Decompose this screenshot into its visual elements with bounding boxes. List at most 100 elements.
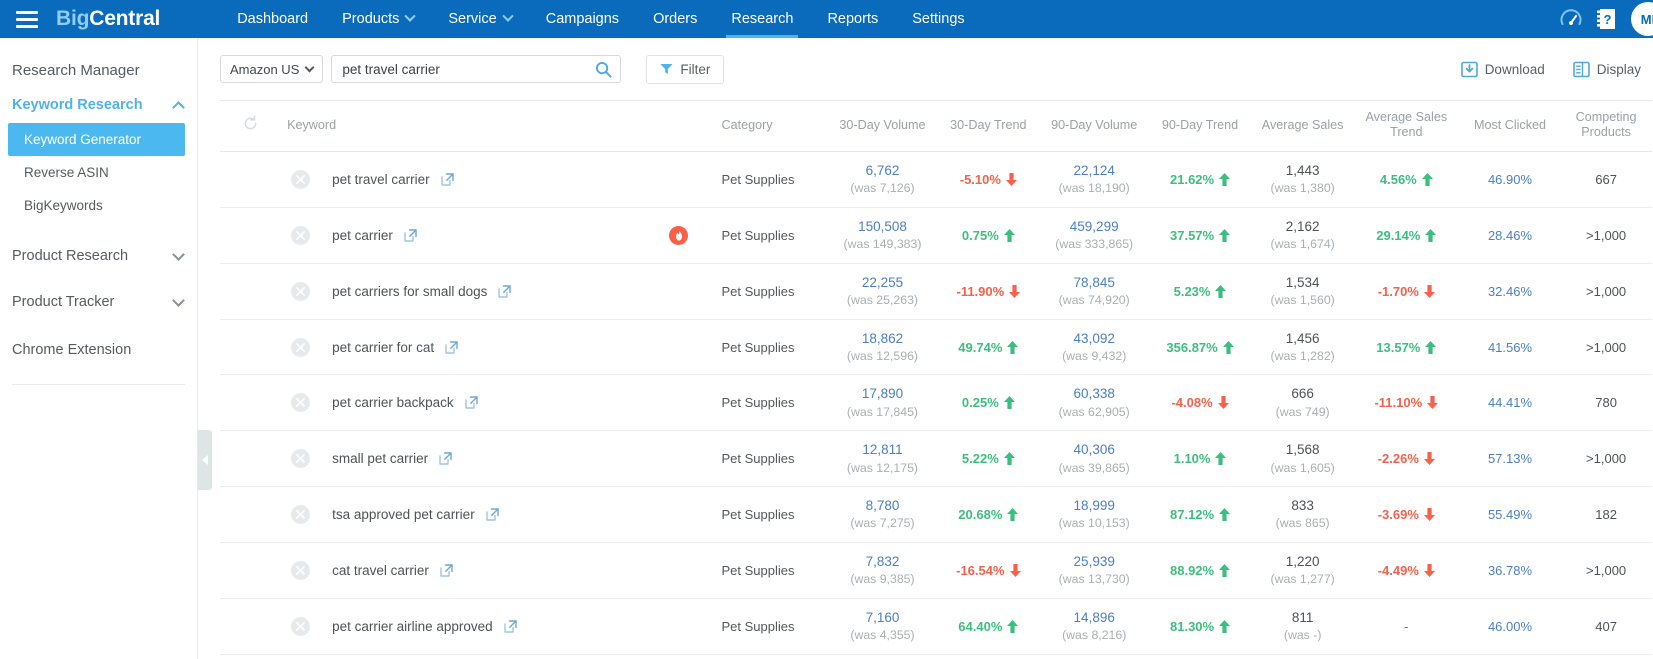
average-sales-trend-cell: 4.56% [1352,151,1460,209]
volume-30day-value[interactable]: 6,762 [835,162,930,180]
column-header-most-clicked[interactable]: Most Clicked [1459,99,1561,153]
nav-item-research[interactable]: Research [714,0,810,38]
external-link-icon[interactable] [440,564,453,577]
filter-label: Filter [680,61,711,77]
competing-products-value: 407 [1595,618,1617,634]
most-clicked-value[interactable]: 36.78% [1488,563,1532,578]
help-book-icon[interactable]: ? [1597,8,1617,30]
table-row[interactable]: pet carrier backpack Pet Supplies 17,890 (w… [220,374,1652,432]
search-input[interactable] [342,61,596,77]
volume-30day-value[interactable]: 8,780 [835,497,930,515]
volume-90day-value[interactable]: 43,092 [1047,330,1142,348]
table-row[interactable]: cat travel carrier Pet Supplies 7,832 (was … [220,542,1652,599]
most-clicked-value[interactable]: 44.41% [1488,395,1532,410]
column-header-30-day-trend[interactable]: 30-Day Trend [935,99,1041,153]
nav-item-service[interactable]: Service [431,0,528,38]
sidebar-group-product-research[interactable]: Product Research [0,238,197,274]
external-link-icon[interactable] [439,452,452,465]
table-row[interactable]: tsa approved pet carrier Pet Supplies 8,78… [220,486,1652,543]
external-link-icon[interactable] [485,508,499,521]
table-row[interactable]: small pet carrier Pet Supplies 12,811 (was … [220,430,1652,488]
remove-keyword-button[interactable] [291,337,311,357]
reset-column-header[interactable] [220,99,282,153]
display-button[interactable]: Display [1572,61,1641,78]
external-link-icon[interactable] [498,285,512,298]
hamburger-menu-icon[interactable] [16,10,38,28]
app-logo[interactable]: BigCentral [56,7,160,31]
volume-90day-value[interactable]: 78,845 [1047,274,1142,292]
most-clicked-value[interactable]: 41.56% [1488,340,1532,355]
sidebar-group-product-tracker[interactable]: Product Tracker [0,284,197,320]
most-clicked-value[interactable]: 55.49% [1488,507,1532,522]
gauge-icon[interactable] [1559,7,1583,31]
column-header-average-sales[interactable]: Average Sales [1252,99,1353,153]
sidebar-item-reverse-asin[interactable]: Reverse ASIN [0,156,197,189]
volume-30day-value[interactable]: 7,160 [835,609,930,627]
remove-keyword-button[interactable] [291,505,311,524]
column-header-30-day-volume[interactable]: 30-Day Volume [829,99,936,153]
sidebar-item-bigkeywords[interactable]: BigKeywords [0,189,197,222]
download-button[interactable]: Download [1460,61,1545,78]
sidebar-group-keyword-research[interactable]: Keyword Research [0,87,197,123]
volume-90day-value[interactable]: 14,896 [1047,609,1142,627]
volume-30day-value[interactable]: 150,508 [835,218,930,236]
most-clicked-value[interactable]: 28.46% [1488,228,1532,243]
external-link-icon[interactable] [445,340,458,354]
external-link-icon[interactable] [504,619,517,633]
external-link-icon[interactable] [440,173,454,186]
table-row[interactable]: dog travel carrierPet Supplies6,002(was … [220,654,1652,659]
remove-keyword-button[interactable] [291,170,311,190]
volume-90day-value[interactable]: 459,299 [1047,218,1142,236]
volume-90day-value[interactable]: 40,306 [1047,441,1142,459]
user-avatar[interactable]: MI [1631,2,1653,36]
reset-icon[interactable] [242,115,259,132]
nav-item-products[interactable]: Products [325,0,431,38]
column-header-keyword[interactable]: Keyword [281,99,716,153]
category-text: Pet Supplies [721,507,795,522]
remove-keyword-button[interactable] [291,225,311,245]
marketplace-select[interactable]: Amazon US [220,55,324,83]
volume-90day-value[interactable]: 25,939 [1047,553,1142,571]
sidebar-item-chrome-extension[interactable]: Chrome Extension [0,330,197,370]
nav-item-campaigns[interactable]: Campaigns [529,0,636,38]
volume-90day-value[interactable]: 22,124 [1047,162,1142,180]
remove-keyword-button[interactable] [291,560,311,580]
nav-item-reports[interactable]: Reports [810,0,895,38]
sidebar-collapse-handle[interactable] [198,430,212,490]
table-row[interactable]: pet carrier Pet Supplies 150,508 (was 149,3… [220,207,1652,264]
table-row[interactable]: pet carrier airline approved Pet Supplies… [220,598,1652,655]
volume-90day-value[interactable]: 60,338 [1047,385,1142,403]
trend-30day: -11.90% [956,284,1021,299]
trend-90day-cell: 88.92% [1147,542,1253,599]
volume-30day-value[interactable]: 12,811 [835,441,930,459]
column-header-category[interactable]: Category [715,99,829,153]
remove-keyword-button[interactable] [291,449,311,469]
nav-item-dashboard[interactable]: Dashboard [220,0,325,38]
external-link-icon[interactable] [464,396,478,410]
volume-30day-value[interactable]: 22,255 [835,274,930,292]
remove-keyword-button[interactable] [291,281,311,301]
column-header-90-day-volume[interactable]: 90-Day Volume [1040,99,1148,153]
volume-30day-value[interactable]: 17,890 [835,385,930,403]
filter-button[interactable]: Filter [646,54,725,84]
sidebar-item-keyword-generator[interactable]: Keyword Generator [8,123,185,156]
remove-keyword-button[interactable] [291,616,311,636]
table-row[interactable]: pet carrier for cat Pet Supplies 18,862 (wa… [220,319,1652,376]
most-clicked-value[interactable]: 46.00% [1488,619,1532,634]
volume-90day-value[interactable]: 18,999 [1047,497,1142,515]
nav-item-orders[interactable]: Orders [636,0,714,38]
volume-30day-value[interactable]: 7,832 [835,553,930,571]
external-link-icon[interactable] [404,229,417,242]
table-row[interactable]: pet carriers for small dogs Pet Supplies 2… [220,263,1652,320]
most-clicked-value[interactable]: 46.90% [1488,172,1532,187]
most-clicked-value[interactable]: 57.13% [1488,451,1532,466]
most-clicked-value[interactable]: 32.46% [1488,284,1532,299]
volume-30day-value[interactable]: 18,862 [835,330,930,348]
column-header-average-sales-trend[interactable]: Average Sales Trend [1352,99,1460,153]
column-header-90-day-trend[interactable]: 90-Day Trend [1147,99,1253,153]
remove-keyword-button[interactable] [291,393,311,413]
column-header-competing-products[interactable]: Competing Products [1560,99,1652,153]
nav-item-settings[interactable]: Settings [895,0,981,38]
table-row[interactable]: pet travel carrier Pet Supplies 6,762 (was … [220,151,1652,209]
search-icon[interactable] [595,61,612,78]
